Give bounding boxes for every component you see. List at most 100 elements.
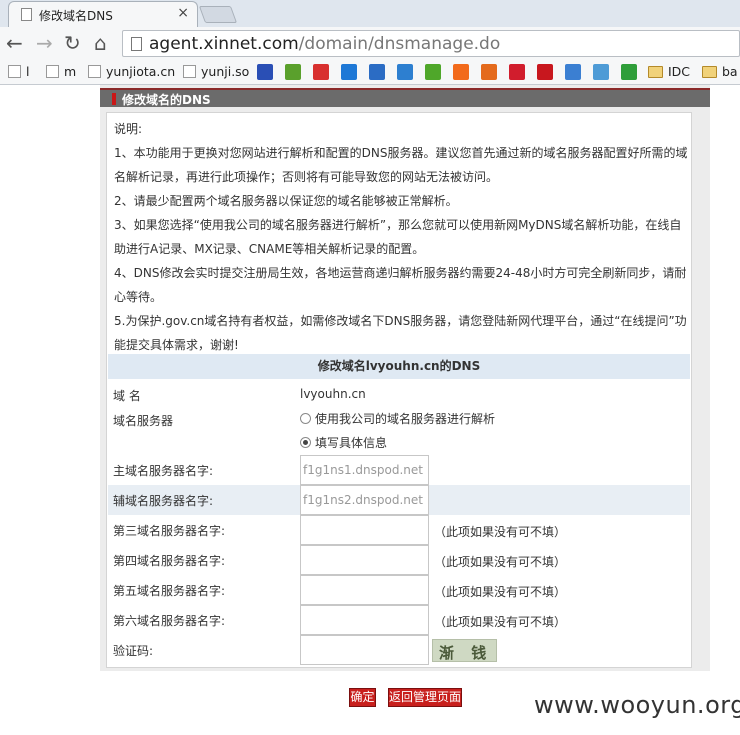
g-icon bbox=[369, 64, 385, 80]
bookmark-label: ba bbox=[722, 64, 738, 79]
tab-title: 修改域名DNS bbox=[39, 9, 113, 23]
address-bar[interactable]: agent.xinnet.com/domain/dnsmanage.do bbox=[122, 30, 740, 57]
ns6-input[interactable] bbox=[300, 605, 429, 635]
page-icon bbox=[88, 65, 101, 78]
bookmark-item[interactable] bbox=[369, 64, 390, 81]
ns4-input[interactable] bbox=[300, 545, 429, 575]
notes-heading: 说明: bbox=[114, 122, 143, 136]
page-icon bbox=[46, 65, 59, 78]
note-item: 5.为保护.gov.cn域名持有者权益，如需修改域名下DNS服务器，请您登陆新网… bbox=[114, 314, 687, 352]
header-marker bbox=[112, 93, 116, 105]
bookmark-item[interactable] bbox=[593, 64, 614, 81]
circle-icon bbox=[509, 64, 525, 80]
confirm-button[interactable]: 确定 bbox=[349, 688, 376, 707]
bookmark-label: yunji.so bbox=[201, 64, 250, 79]
domain-label: 域 名 bbox=[113, 389, 141, 403]
forward-icon[interactable]: → bbox=[36, 31, 53, 55]
radio-label: 使用我公司的域名服务器进行解析 bbox=[315, 412, 496, 426]
bookmark-item[interactable] bbox=[621, 64, 642, 81]
note-icon bbox=[593, 64, 609, 80]
optional-hint: （此项如果没有可不填） bbox=[434, 525, 567, 539]
ns6-row: 第六域名服务器名字: （此项如果没有可不填） bbox=[108, 605, 690, 635]
play-icon bbox=[397, 64, 413, 80]
form-title: 修改域名lvyouhn.cn的DNS bbox=[108, 354, 690, 379]
field-label: 第三域名服务器名字: bbox=[113, 524, 226, 538]
captcha-label: 验证码: bbox=[113, 644, 154, 658]
radio-custom-info[interactable]: 填写具体信息 bbox=[300, 434, 387, 451]
note-item: 4、DNS修改会实时提交注册局生效，各地运营商递归解析服务器约需要24-48小时… bbox=[114, 266, 687, 304]
notes: 说明: 1、本功能用于更换对您网站进行解析和配置的DNS服务器。建议您首先通过新… bbox=[114, 117, 688, 357]
page-icon bbox=[8, 65, 21, 78]
bookmark-item[interactable] bbox=[397, 64, 418, 81]
tab-active[interactable]: 修改域名DNS × bbox=[8, 1, 198, 28]
bookmark-item[interactable] bbox=[313, 64, 334, 81]
ns1-row: 主域名服务器名字: f1g1ns1.dnspod.net bbox=[108, 455, 690, 485]
bookmark-item[interactable] bbox=[341, 64, 362, 81]
radio-button-checked[interactable] bbox=[300, 437, 311, 448]
bookmark-item[interactable] bbox=[565, 64, 586, 81]
bookmark-label: m bbox=[64, 64, 77, 79]
bookmark-item[interactable]: IDC bbox=[648, 64, 690, 81]
optional-hint: （此项如果没有可不填） bbox=[434, 555, 567, 569]
ns5-row: 第五域名服务器名字: （此项如果没有可不填） bbox=[108, 575, 690, 605]
captcha-image[interactable]: 渐 钱 bbox=[432, 639, 497, 662]
bookmark-item[interactable] bbox=[453, 64, 474, 81]
bookmark-item[interactable]: m bbox=[46, 64, 76, 81]
folder-icon bbox=[648, 66, 663, 78]
bookmark-label: IDC bbox=[668, 64, 691, 79]
panel-header: 修改域名的DNS bbox=[100, 88, 710, 107]
optional-hint: （此项如果没有可不填） bbox=[434, 585, 567, 599]
bookmark-item[interactable] bbox=[425, 64, 446, 81]
note-item: 3、如果您选择“使用我公司的域名服务器进行解析”，那么您就可以使用新网MyDNS… bbox=[114, 218, 682, 256]
dns-server-label: 域名服务器 bbox=[113, 414, 174, 428]
captcha-input[interactable] bbox=[300, 635, 429, 665]
bookmark-label: yunjiota.cn bbox=[106, 64, 176, 79]
radio-button[interactable] bbox=[300, 413, 311, 424]
t-icon bbox=[537, 64, 553, 80]
ns3-input[interactable] bbox=[300, 515, 429, 545]
ns3-row: 第三域名服务器名字: （此项如果没有可不填） bbox=[108, 515, 690, 545]
zhi-icon bbox=[341, 64, 357, 80]
bookmark-item[interactable] bbox=[285, 64, 306, 81]
url-text[interactable]: agent.xinnet.com/domain/dnsmanage.do bbox=[149, 34, 500, 54]
ns4-row: 第四域名服务器名字: （此项如果没有可不填） bbox=[108, 545, 690, 575]
ns2-row: 辅域名服务器名字: f1g1ns2.dnspod.net bbox=[108, 485, 690, 515]
ns2-input[interactable]: f1g1ns2.dnspod.net bbox=[300, 485, 429, 515]
m-icon bbox=[285, 64, 301, 80]
bookmark-item[interactable]: l bbox=[8, 64, 29, 81]
bookmark-item[interactable] bbox=[257, 64, 278, 81]
home-icon[interactable]: ⌂ bbox=[94, 31, 107, 55]
field-label: 辅域名服务器名字: bbox=[113, 494, 214, 508]
weibo-icon bbox=[313, 64, 329, 80]
page-icon bbox=[21, 8, 32, 21]
ns5-input[interactable] bbox=[300, 575, 429, 605]
domain-value: lvyouhn.cn bbox=[300, 387, 366, 401]
bookmark-item[interactable] bbox=[509, 64, 530, 81]
bookmark-item[interactable]: ba bbox=[702, 64, 738, 81]
bookmark-item[interactable] bbox=[481, 64, 502, 81]
field-label: 第五域名服务器名字: bbox=[113, 584, 226, 598]
page-icon bbox=[183, 65, 196, 78]
panel-title: 修改域名的DNS bbox=[122, 93, 211, 107]
field-label: 第四域名服务器名字: bbox=[113, 554, 226, 568]
bookmark-item[interactable]: yunji.so bbox=[183, 64, 249, 81]
bookmark-item[interactable] bbox=[537, 64, 558, 81]
reload-icon[interactable]: ↻ bbox=[64, 31, 81, 55]
field-label: 第六域名服务器名字: bbox=[113, 614, 226, 628]
url-path: /domain/dnsmanage.do bbox=[298, 34, 501, 54]
bookmark-item[interactable]: yunjiota.cn bbox=[88, 64, 175, 81]
radio-label: 填写具体信息 bbox=[315, 436, 388, 450]
back-to-manage-button[interactable]: 返回管理页面 bbox=[388, 688, 462, 707]
ns1-input[interactable]: f1g1ns1.dnspod.net bbox=[300, 455, 429, 485]
bookmarks-bar: l m yunjiota.cn yunji.so IDC ba bbox=[0, 60, 740, 85]
page-icon bbox=[131, 37, 142, 51]
translate-icon bbox=[565, 64, 581, 80]
tab-strip: 修改域名DNS × bbox=[0, 0, 740, 28]
fox-icon bbox=[481, 64, 497, 80]
new-tab-button[interactable] bbox=[198, 6, 238, 23]
close-icon[interactable]: × bbox=[177, 5, 189, 21]
tree-icon bbox=[621, 64, 637, 80]
back-icon[interactable]: ← bbox=[6, 31, 23, 55]
browser-toolbar: ← → ↻ ⌂ agent.xinnet.com/domain/dnsmanag… bbox=[0, 27, 740, 60]
radio-use-company-dns[interactable]: 使用我公司的域名服务器进行解析 bbox=[300, 410, 495, 427]
